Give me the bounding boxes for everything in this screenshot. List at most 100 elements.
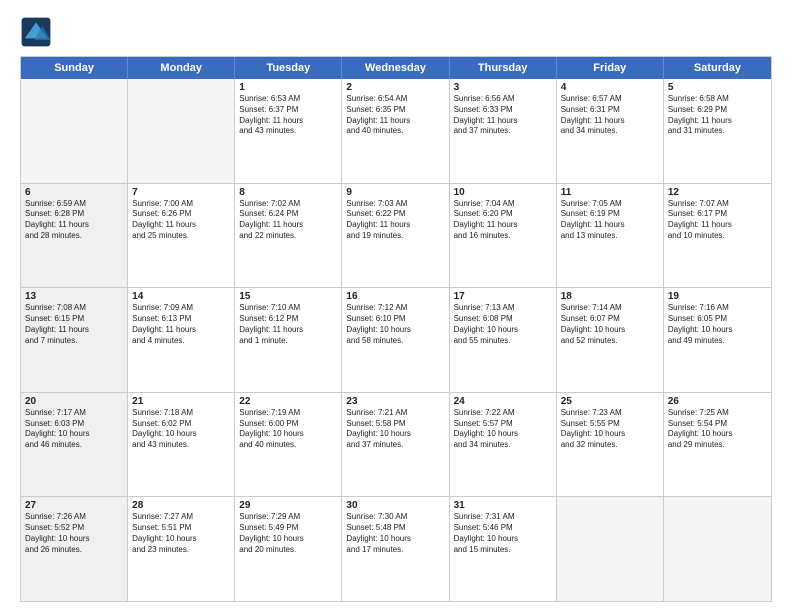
sunrise-line: Sunrise: 7:31 AM bbox=[454, 512, 552, 523]
week-row-2: 6Sunrise: 6:59 AMSunset: 6:28 PMDaylight… bbox=[21, 184, 771, 289]
sunrise-line: Sunrise: 7:03 AM bbox=[346, 199, 444, 210]
sunset-line: Sunset: 5:51 PM bbox=[132, 523, 230, 534]
day-number: 11 bbox=[561, 187, 659, 198]
sunset-line: Sunset: 6:08 PM bbox=[454, 314, 552, 325]
day-number: 10 bbox=[454, 187, 552, 198]
header-day-sunday: Sunday bbox=[21, 57, 128, 79]
day-number: 21 bbox=[132, 396, 230, 407]
daylight-line1: Daylight: 10 hours bbox=[454, 534, 552, 545]
day-number: 26 bbox=[668, 396, 767, 407]
daylight-line2: and 4 minutes. bbox=[132, 336, 230, 347]
sunset-line: Sunset: 6:03 PM bbox=[25, 419, 123, 430]
daylight-line2: and 15 minutes. bbox=[454, 545, 552, 556]
day-number: 30 bbox=[346, 500, 444, 511]
sunset-line: Sunset: 6:31 PM bbox=[561, 105, 659, 116]
sunrise-line: Sunrise: 7:18 AM bbox=[132, 408, 230, 419]
sunset-line: Sunset: 5:55 PM bbox=[561, 419, 659, 430]
day-number: 20 bbox=[25, 396, 123, 407]
week-row-3: 13Sunrise: 7:08 AMSunset: 6:15 PMDayligh… bbox=[21, 288, 771, 393]
day-number: 22 bbox=[239, 396, 337, 407]
sunrise-line: Sunrise: 7:04 AM bbox=[454, 199, 552, 210]
daylight-line1: Daylight: 10 hours bbox=[346, 429, 444, 440]
day-number: 19 bbox=[668, 291, 767, 302]
cal-cell: 3Sunrise: 6:56 AMSunset: 6:33 PMDaylight… bbox=[450, 79, 557, 183]
sunrise-line: Sunrise: 7:07 AM bbox=[668, 199, 767, 210]
cal-cell: 29Sunrise: 7:29 AMSunset: 5:49 PMDayligh… bbox=[235, 497, 342, 601]
daylight-line2: and 46 minutes. bbox=[25, 440, 123, 451]
daylight-line1: Daylight: 11 hours bbox=[132, 325, 230, 336]
cal-cell: 18Sunrise: 7:14 AMSunset: 6:07 PMDayligh… bbox=[557, 288, 664, 392]
sunrise-line: Sunrise: 7:30 AM bbox=[346, 512, 444, 523]
daylight-line1: Daylight: 11 hours bbox=[454, 116, 552, 127]
cal-cell: 5Sunrise: 6:58 AMSunset: 6:29 PMDaylight… bbox=[664, 79, 771, 183]
cal-cell: 1Sunrise: 6:53 AMSunset: 6:37 PMDaylight… bbox=[235, 79, 342, 183]
cal-cell: 21Sunrise: 7:18 AMSunset: 6:02 PMDayligh… bbox=[128, 393, 235, 497]
daylight-line2: and 52 minutes. bbox=[561, 336, 659, 347]
daylight-line2: and 40 minutes. bbox=[239, 440, 337, 451]
cal-cell: 22Sunrise: 7:19 AMSunset: 6:00 PMDayligh… bbox=[235, 393, 342, 497]
daylight-line2: and 19 minutes. bbox=[346, 231, 444, 242]
daylight-line1: Daylight: 11 hours bbox=[239, 220, 337, 231]
sunrise-line: Sunrise: 7:22 AM bbox=[454, 408, 552, 419]
sunset-line: Sunset: 5:52 PM bbox=[25, 523, 123, 534]
daylight-line1: Daylight: 10 hours bbox=[454, 429, 552, 440]
sunset-line: Sunset: 6:17 PM bbox=[668, 209, 767, 220]
sunset-line: Sunset: 6:37 PM bbox=[239, 105, 337, 116]
calendar-body: 1Sunrise: 6:53 AMSunset: 6:37 PMDaylight… bbox=[21, 79, 771, 601]
day-number: 6 bbox=[25, 187, 123, 198]
sunrise-line: Sunrise: 6:54 AM bbox=[346, 94, 444, 105]
cal-cell bbox=[128, 79, 235, 183]
daylight-line2: and 22 minutes. bbox=[239, 231, 337, 242]
sunrise-line: Sunrise: 7:08 AM bbox=[25, 303, 123, 314]
sunrise-line: Sunrise: 7:16 AM bbox=[668, 303, 767, 314]
daylight-line1: Daylight: 11 hours bbox=[25, 325, 123, 336]
day-number: 23 bbox=[346, 396, 444, 407]
sunrise-line: Sunrise: 7:09 AM bbox=[132, 303, 230, 314]
sunrise-line: Sunrise: 7:00 AM bbox=[132, 199, 230, 210]
sunrise-line: Sunrise: 7:29 AM bbox=[239, 512, 337, 523]
sunrise-line: Sunrise: 7:14 AM bbox=[561, 303, 659, 314]
calendar-header: SundayMondayTuesdayWednesdayThursdayFrid… bbox=[21, 57, 771, 79]
day-number: 25 bbox=[561, 396, 659, 407]
sunset-line: Sunset: 5:49 PM bbox=[239, 523, 337, 534]
day-number: 27 bbox=[25, 500, 123, 511]
daylight-line2: and 20 minutes. bbox=[239, 545, 337, 556]
sunrise-line: Sunrise: 6:59 AM bbox=[25, 199, 123, 210]
daylight-line1: Daylight: 10 hours bbox=[25, 534, 123, 545]
cal-cell: 4Sunrise: 6:57 AMSunset: 6:31 PMDaylight… bbox=[557, 79, 664, 183]
day-number: 14 bbox=[132, 291, 230, 302]
header-day-wednesday: Wednesday bbox=[342, 57, 449, 79]
day-number: 12 bbox=[668, 187, 767, 198]
cal-cell: 13Sunrise: 7:08 AMSunset: 6:15 PMDayligh… bbox=[21, 288, 128, 392]
cal-cell: 2Sunrise: 6:54 AMSunset: 6:35 PMDaylight… bbox=[342, 79, 449, 183]
header-day-tuesday: Tuesday bbox=[235, 57, 342, 79]
sunrise-line: Sunrise: 7:05 AM bbox=[561, 199, 659, 210]
day-number: 31 bbox=[454, 500, 552, 511]
daylight-line1: Daylight: 11 hours bbox=[25, 220, 123, 231]
daylight-line2: and 37 minutes. bbox=[346, 440, 444, 451]
sunset-line: Sunset: 6:29 PM bbox=[668, 105, 767, 116]
sunrise-line: Sunrise: 7:27 AM bbox=[132, 512, 230, 523]
daylight-line2: and 17 minutes. bbox=[346, 545, 444, 556]
page: SundayMondayTuesdayWednesdayThursdayFrid… bbox=[0, 0, 792, 612]
header bbox=[20, 16, 772, 48]
sunset-line: Sunset: 5:48 PM bbox=[346, 523, 444, 534]
cal-cell: 28Sunrise: 7:27 AMSunset: 5:51 PMDayligh… bbox=[128, 497, 235, 601]
daylight-line2: and 37 minutes. bbox=[454, 126, 552, 137]
cal-cell: 16Sunrise: 7:12 AMSunset: 6:10 PMDayligh… bbox=[342, 288, 449, 392]
sunrise-line: Sunrise: 6:57 AM bbox=[561, 94, 659, 105]
sunrise-line: Sunrise: 7:21 AM bbox=[346, 408, 444, 419]
sunset-line: Sunset: 6:13 PM bbox=[132, 314, 230, 325]
calendar: SundayMondayTuesdayWednesdayThursdayFrid… bbox=[20, 56, 772, 602]
daylight-line2: and 28 minutes. bbox=[25, 231, 123, 242]
daylight-line2: and 55 minutes. bbox=[454, 336, 552, 347]
daylight-line1: Daylight: 10 hours bbox=[346, 534, 444, 545]
sunset-line: Sunset: 5:54 PM bbox=[668, 419, 767, 430]
cal-cell: 19Sunrise: 7:16 AMSunset: 6:05 PMDayligh… bbox=[664, 288, 771, 392]
sunrise-line: Sunrise: 7:10 AM bbox=[239, 303, 337, 314]
header-day-thursday: Thursday bbox=[450, 57, 557, 79]
daylight-line2: and 40 minutes. bbox=[346, 126, 444, 137]
sunset-line: Sunset: 6:22 PM bbox=[346, 209, 444, 220]
cal-cell bbox=[557, 497, 664, 601]
daylight-line2: and 16 minutes. bbox=[454, 231, 552, 242]
